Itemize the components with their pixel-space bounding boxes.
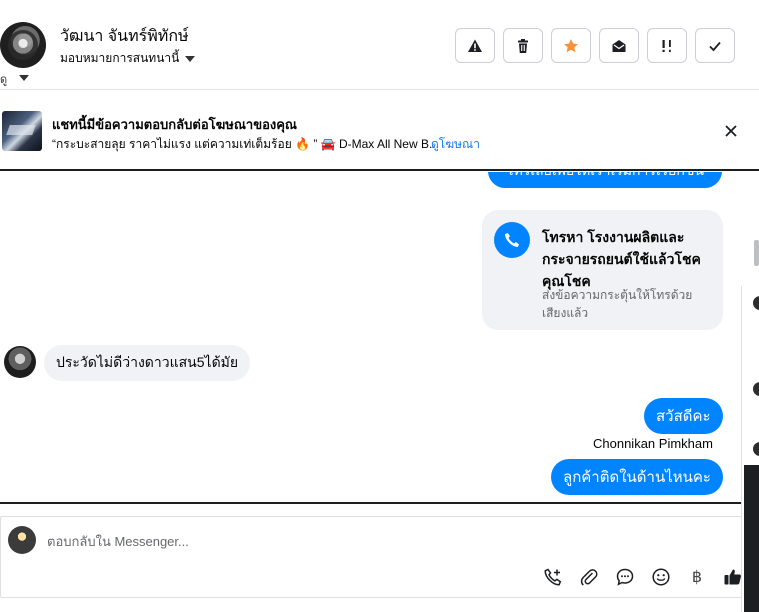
payment-button[interactable]: ฿ (685, 565, 709, 589)
inbox-conversation-page: วัฒนา จันทร์พิทักษ์ มอบหมายการสนทนานี้ ด… (0, 0, 759, 612)
open-envelope-icon (612, 39, 626, 52)
alert-triangle-icon (468, 39, 482, 52)
avatar (753, 442, 759, 456)
left-edge-dropdown[interactable]: ดู (0, 70, 7, 88)
ad-reply-banner: แชทนี้มีข้อความตอบกลับต่อโฆษณาของคุณ “กร… (0, 91, 759, 171)
reply-input[interactable] (47, 529, 707, 553)
avatar (753, 382, 759, 396)
assign-label: มอบหมายการสนทนานี้ (60, 51, 180, 65)
assign-conversation-dropdown[interactable]: มอบหมายการสนทนานี้ (60, 49, 196, 68)
baht-icon: ฿ (691, 569, 703, 586)
delete-button[interactable] (503, 28, 543, 63)
conversation-header: วัฒนา จันทร์พิทักษ์ มอบหมายการสนทนานี้ ด… (0, 0, 759, 90)
saved-reply-icon (616, 568, 634, 586)
trash-icon (518, 38, 528, 53)
overlapping-dark-panel (744, 465, 759, 612)
close-icon (725, 125, 737, 137)
call-request-card: โทรหา โรงงานผลิตและกระจายรถยนต์ใช้แล้วโช… (482, 210, 723, 330)
follow-up-button[interactable] (647, 28, 687, 63)
mark-unread-button[interactable] (599, 28, 639, 63)
emoji-button[interactable] (649, 565, 673, 589)
call-card-title: โทรหา โรงงานผลิตและกระจายรถยนต์ใช้แล้วโช… (542, 229, 701, 289)
reply-composer: ฿ (0, 516, 743, 598)
star-icon (564, 38, 578, 52)
attach-file-button[interactable] (577, 565, 601, 589)
incoming-message: ประวัดไม่ดีว่างดาวแสน5ได้มัย (44, 345, 251, 381)
call-card-subtitle: ส่งข้อความกระตุ้นให้โทรด้วยเสียงแล้ว (542, 288, 693, 320)
left-edge-label: ดู (0, 74, 8, 86)
close-banner-button[interactable] (722, 122, 740, 140)
thumbs-up-icon (724, 569, 741, 585)
ad-description: “กระบะสายลุย ราคาไม่แรง แต่ความเท่เต็มร้… (52, 137, 439, 151)
contact-avatar-small (4, 346, 36, 378)
message-thread[interactable]: โทรเลยเพื่อให้เราเริ่มการเรียกขึ้น โทรหา… (0, 172, 759, 502)
conversation-actions (455, 28, 735, 63)
attachment-icon (580, 569, 598, 586)
star-button[interactable] (551, 28, 591, 63)
chevron-down-icon (185, 55, 196, 62)
call-request-icon (544, 568, 562, 586)
thread-divider (0, 502, 759, 504)
mark-spam-button[interactable] (455, 28, 495, 63)
ad-thumbnail (2, 111, 42, 151)
contact-name[interactable]: วัฒนา จันทร์พิทักษ์ (60, 24, 189, 49)
outgoing-message: โทรเลยเพื่อให้เราเริ่มการเรียกขึ้น (488, 172, 722, 188)
contact-avatar[interactable] (0, 22, 46, 68)
sender-name: Chonnikan Pimkham (593, 436, 713, 451)
call-request-button[interactable] (541, 565, 565, 589)
check-icon (709, 41, 721, 51)
saved-replies-button[interactable] (613, 565, 637, 589)
outgoing-message: ลูกค้าติดในด้านไหนคะ (551, 459, 723, 495)
outgoing-message: สวัสดีคะ (644, 398, 723, 434)
scrollbar-thumb[interactable] (754, 240, 759, 266)
view-ad-link[interactable]: ดูโฆษณา (431, 135, 480, 154)
my-page-avatar (8, 526, 36, 554)
phone-call-icon (494, 222, 530, 258)
mark-done-button[interactable] (695, 28, 735, 63)
avatar (753, 296, 759, 310)
composer-tools: ฿ (541, 565, 745, 589)
emoji-icon (652, 568, 670, 586)
priority-icon (662, 39, 671, 52)
ad-banner-title: แชทนี้มีข้อความตอบกลับต่อโฆษณาของคุณ (52, 117, 297, 132)
chevron-down-icon (19, 75, 29, 81)
